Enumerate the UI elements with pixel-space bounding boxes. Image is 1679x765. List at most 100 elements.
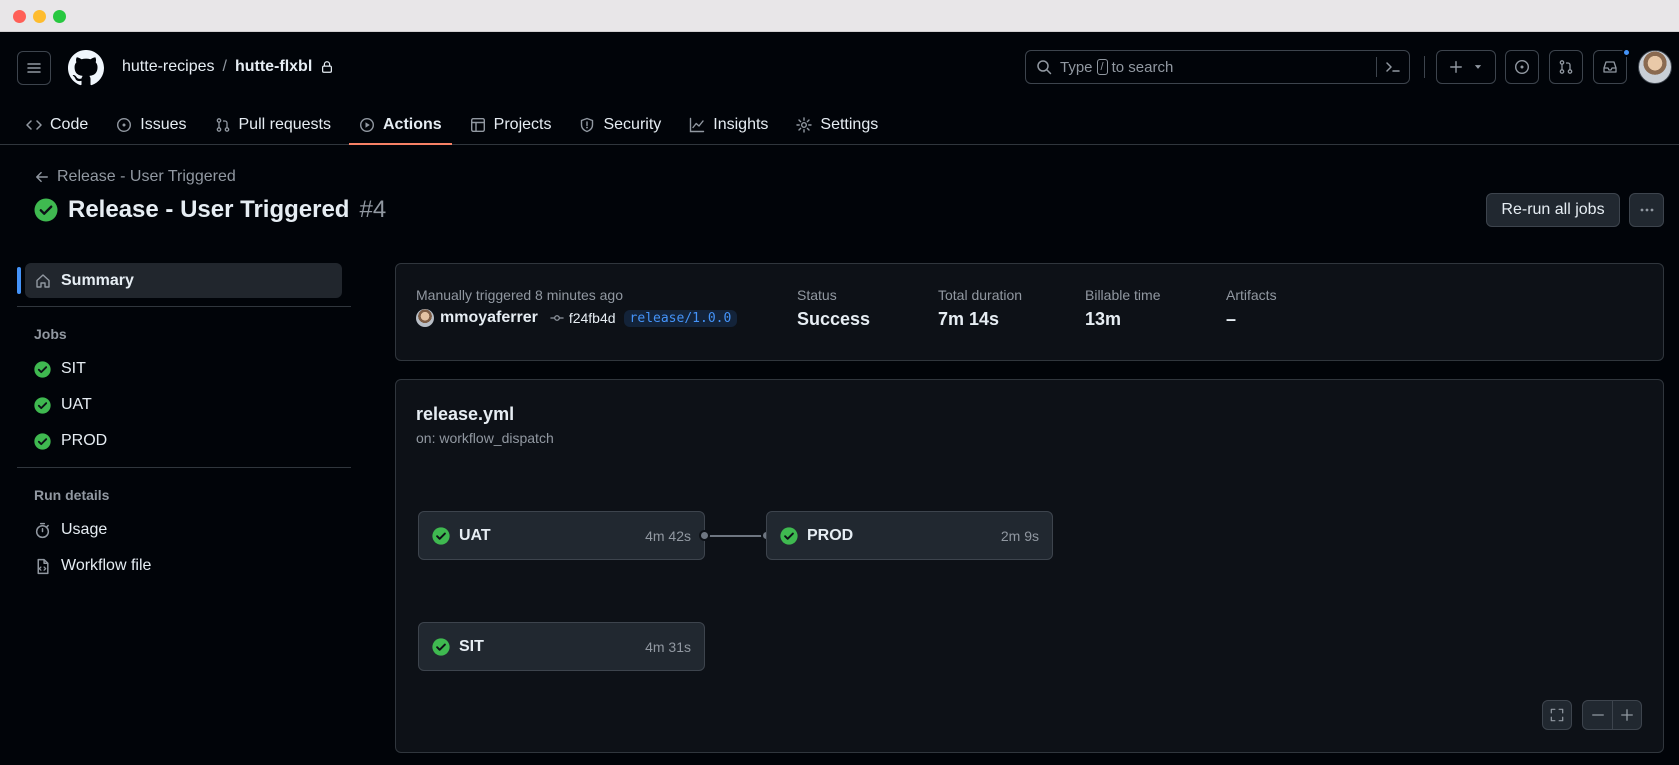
gear-icon <box>796 116 813 133</box>
search-icon <box>1037 60 1052 75</box>
commit-icon <box>550 315 564 321</box>
tab-insights-label: Insights <box>713 115 769 133</box>
check-circle-icon <box>432 526 450 545</box>
issues-shortcut-button[interactable] <box>1505 50 1539 84</box>
zoom-out-button[interactable] <box>1583 701 1612 729</box>
more-options-button[interactable] <box>1629 193 1664 227</box>
job-duration: 4m 31s <box>645 638 691 655</box>
play-icon <box>359 117 375 132</box>
menu-button[interactable] <box>17 51 51 85</box>
tab-settings[interactable]: Settings <box>786 104 888 145</box>
connector-dot <box>699 530 710 541</box>
job-node-uat[interactable]: UAT 4m 42s <box>418 511 705 560</box>
shield-icon <box>581 117 594 132</box>
window-title-bar <box>0 0 1679 32</box>
branch-tag[interactable]: release/1.0.0 <box>623 309 738 327</box>
rerun-all-jobs-button[interactable]: Re-run all jobs <box>1486 193 1620 227</box>
zoom-window-button[interactable] <box>53 10 66 23</box>
check-circle-icon <box>34 198 58 222</box>
minus-icon <box>1591 714 1604 716</box>
duration-label: Total duration <box>938 287 1023 303</box>
arrow-left-icon <box>36 171 48 183</box>
issue-icon <box>117 117 132 132</box>
artifacts-label: Artifacts <box>1226 287 1277 303</box>
plus-icon <box>1450 61 1462 73</box>
search-divider <box>1376 57 1377 77</box>
repo-owner-link[interactable]: hutte-recipes <box>122 58 215 76</box>
job-name: UAT <box>459 526 491 544</box>
sidebar-workflow-file-label: Workflow file <box>61 557 152 574</box>
tab-code-label: Code <box>50 115 89 133</box>
job-name: SIT <box>459 637 484 655</box>
tab-projects-label: Projects <box>493 115 552 133</box>
sidebar-job-label: PROD <box>61 432 108 449</box>
repo-name-link[interactable]: hutte-flxbl <box>235 58 312 76</box>
tab-pull-requests[interactable]: Pull requests <box>205 104 342 145</box>
sidebar-item-job-sit[interactable]: SIT <box>34 360 86 378</box>
plus-icon <box>1621 709 1633 721</box>
tab-issues-label: Issues <box>140 115 187 133</box>
hamburger-icon <box>27 63 41 73</box>
actor-avatar[interactable] <box>416 309 434 327</box>
check-circle-icon <box>432 637 450 656</box>
file-code-icon <box>37 558 49 574</box>
job-node-prod[interactable]: PROD 2m 9s <box>766 511 1053 560</box>
tab-projects[interactable]: Projects <box>460 104 562 145</box>
sidebar-job-label: UAT <box>61 396 92 413</box>
sidebar-divider <box>17 467 351 468</box>
minimize-window-button[interactable] <box>33 10 46 23</box>
repo-header: hutte-recipes / hutte-flxbl Type / to se… <box>0 32 1679 145</box>
back-link-label: Release - User Triggered <box>57 168 236 185</box>
inbox-icon <box>1603 61 1617 73</box>
sidebar-usage-label: Usage <box>61 521 108 538</box>
close-window-button[interactable] <box>13 10 26 23</box>
create-new-button[interactable] <box>1436 50 1496 84</box>
job-duration: 4m 42s <box>645 527 691 544</box>
notification-indicator <box>1622 48 1631 57</box>
caret-down-icon <box>1474 65 1482 69</box>
job-duration: 2m 9s <box>1000 527 1039 544</box>
commit-link[interactable]: f24fb4d <box>550 310 616 326</box>
sidebar-item-summary[interactable]: Summary <box>17 263 342 298</box>
search-shortcut-key: / <box>1096 59 1108 75</box>
search-input[interactable]: Type / to search <box>1025 50 1410 84</box>
status-value: Success <box>797 309 871 329</box>
pull-requests-shortcut-button[interactable] <box>1549 50 1583 84</box>
check-circle-icon <box>34 432 51 450</box>
job-node-sit[interactable]: SIT 4m 31s <box>418 622 705 671</box>
fullscreen-button[interactable] <box>1542 700 1572 730</box>
actor-link[interactable]: mmoyaferrer <box>440 309 538 327</box>
tab-insights[interactable]: Insights <box>679 104 778 145</box>
issue-icon <box>1514 59 1530 75</box>
zoom-in-button[interactable] <box>1613 701 1641 729</box>
back-to-workflow-link[interactable]: Release - User Triggered <box>35 168 236 186</box>
github-logo-icon[interactable] <box>68 50 104 86</box>
sidebar-item-usage[interactable]: Usage <box>34 521 107 539</box>
table-icon <box>470 117 485 132</box>
zoom-controls <box>1582 700 1642 730</box>
search-placeholder-after: to search <box>1111 58 1174 76</box>
lock-icon <box>322 61 333 73</box>
user-avatar[interactable] <box>1638 50 1672 84</box>
sidebar-item-job-prod[interactable]: PROD <box>34 432 107 450</box>
sidebar-item-workflow-file[interactable]: Workflow file <box>34 557 151 575</box>
kebab-horizontal-icon <box>1640 208 1653 212</box>
run-number: #4 <box>359 196 387 223</box>
commit-sha: f24fb4d <box>568 310 616 326</box>
check-circle-icon <box>780 526 798 545</box>
check-circle-icon <box>34 396 51 414</box>
tab-issues[interactable]: Issues <box>106 104 196 145</box>
tab-actions-label: Actions <box>383 115 442 133</box>
sidebar-run-details-heading: Run details <box>34 487 110 503</box>
tab-pull-requests-label: Pull requests <box>238 115 332 133</box>
tab-security[interactable]: Security <box>569 104 671 145</box>
tab-code[interactable]: Code <box>16 104 98 145</box>
billable-value: 13m <box>1085 309 1122 329</box>
sidebar-item-job-uat[interactable]: UAT <box>34 396 92 414</box>
repo-breadcrumb: hutte-recipes / hutte-flxbl <box>122 58 334 76</box>
command-palette-icon[interactable] <box>1385 59 1401 75</box>
tab-actions[interactable]: Actions <box>349 104 452 145</box>
run-actor-row: mmoyaferrer f24fb4d release/1.0.0 <box>416 309 738 327</box>
job-connector <box>705 535 767 537</box>
repo-nav: Code Issues Pull requests Actions Projec… <box>16 104 896 145</box>
